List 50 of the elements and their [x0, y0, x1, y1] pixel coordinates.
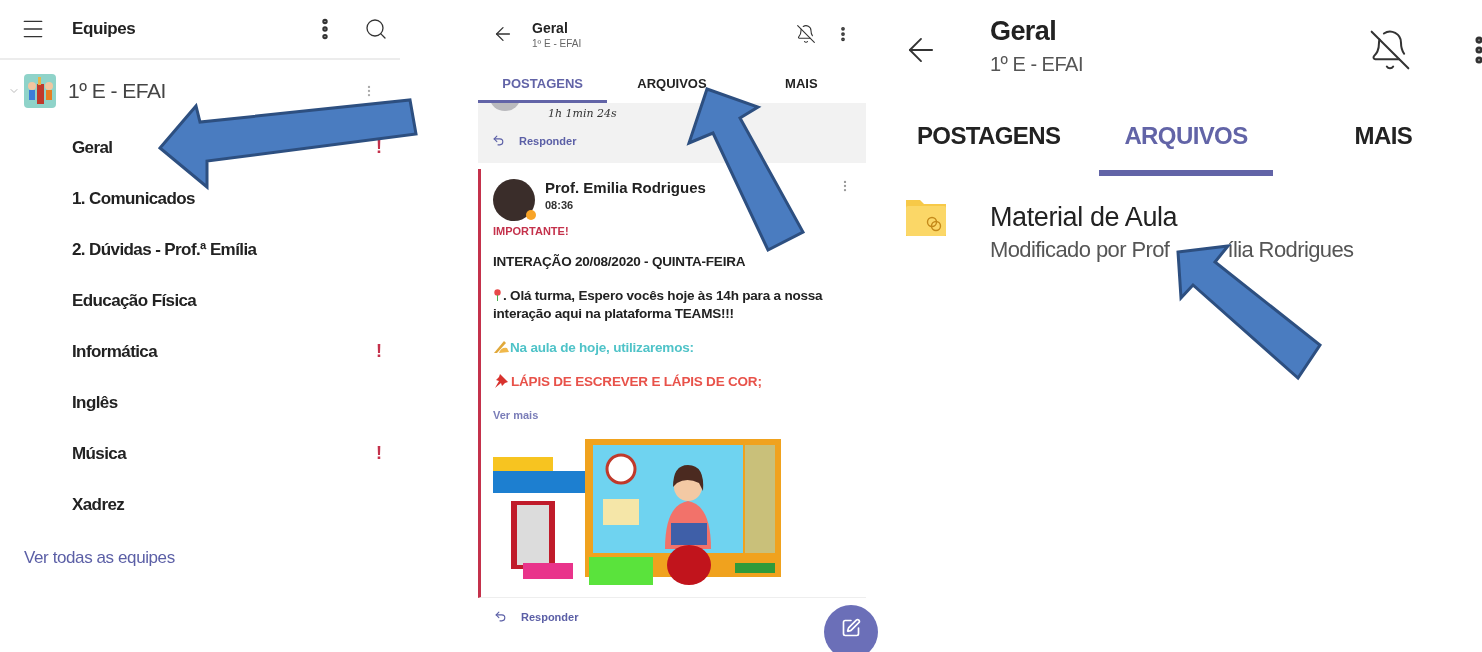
channel-item[interactable]: Xadrez [72, 494, 125, 515]
bell-off-button[interactable] [1368, 28, 1412, 72]
flower-icon [493, 289, 502, 301]
channel-item[interactable]: 1. Comunicados [72, 188, 195, 209]
bell-off-button[interactable] [796, 24, 816, 44]
tab[interactable]: ARQUIVOS [1099, 100, 1273, 176]
edit-icon [841, 618, 861, 638]
importance-label: IMPORTANTE! [493, 225, 569, 237]
channel-item[interactable]: Música [72, 443, 127, 464]
see-more-link[interactable]: Ver mais [493, 409, 539, 421]
reply-icon [492, 134, 505, 147]
duration-text: 1h 1min 24s [548, 107, 617, 120]
alert-mark: ! [376, 137, 382, 158]
tab[interactable]: MAIS [1296, 100, 1470, 176]
team-avatar-icon [24, 74, 56, 108]
author-name: Prof. Emilia Rodrigues [545, 179, 706, 196]
channel-title: Geral [990, 16, 1057, 47]
modified-by-text: Modificado por Prof [990, 237, 1170, 263]
modified-by-text: ília Rodrigues [1227, 237, 1354, 263]
reply-icon [494, 610, 507, 623]
team-name: 1º E - EFAI [68, 79, 167, 103]
all-teams-link[interactable]: Ver todas as equipes [24, 548, 175, 568]
channel-item[interactable]: 2. Dúvidas - Prof.ª Emília [72, 239, 257, 260]
tab[interactable]: POSTAGENS [902, 100, 1076, 176]
reply-link[interactable]: Responder [492, 134, 577, 147]
avatar-icon [493, 179, 535, 221]
compose-button[interactable] [824, 605, 878, 652]
post-text: . Olá turma, Espero vocês hoje às 14h para a nossa interação aqui na plataforma TEAMS!!! [493, 287, 824, 323]
team-subtitle: 1º E - EFAI [990, 53, 1083, 76]
alert-mark: ! [376, 341, 382, 362]
team-subtitle: 1º E - EFAI [532, 37, 582, 49]
channel-item[interactable]: Informática [72, 341, 158, 362]
post-text: Na aula de hoje, utilizaremos: [493, 339, 852, 357]
writing-hand-icon [493, 339, 510, 354]
tab[interactable]: ARQUIVOS [607, 68, 737, 103]
page-title: Equipes [72, 19, 137, 39]
reply-link[interactable]: Responder [494, 610, 579, 623]
folder-icon [904, 198, 948, 238]
pushpin-icon [493, 373, 509, 389]
channel-title: Geral [532, 19, 568, 36]
channel-item[interactable]: Inglês [72, 392, 118, 413]
post-text: LÁPIS DE ESCREVER E LÁPIS DE COR; [493, 373, 852, 391]
alert-mark: ! [376, 443, 382, 464]
post-time: 08:36 [545, 199, 574, 211]
channel-item[interactable]: Educação Física [72, 290, 197, 311]
search-button[interactable] [364, 17, 388, 41]
file-name[interactable]: Material de Aula [990, 202, 1178, 233]
tab[interactable]: MAIS [736, 68, 866, 103]
channel-item[interactable]: Geral [72, 137, 113, 158]
post-text: INTERAÇÃO 20/08/2020 - QUINTA-FEIRA [493, 253, 747, 271]
